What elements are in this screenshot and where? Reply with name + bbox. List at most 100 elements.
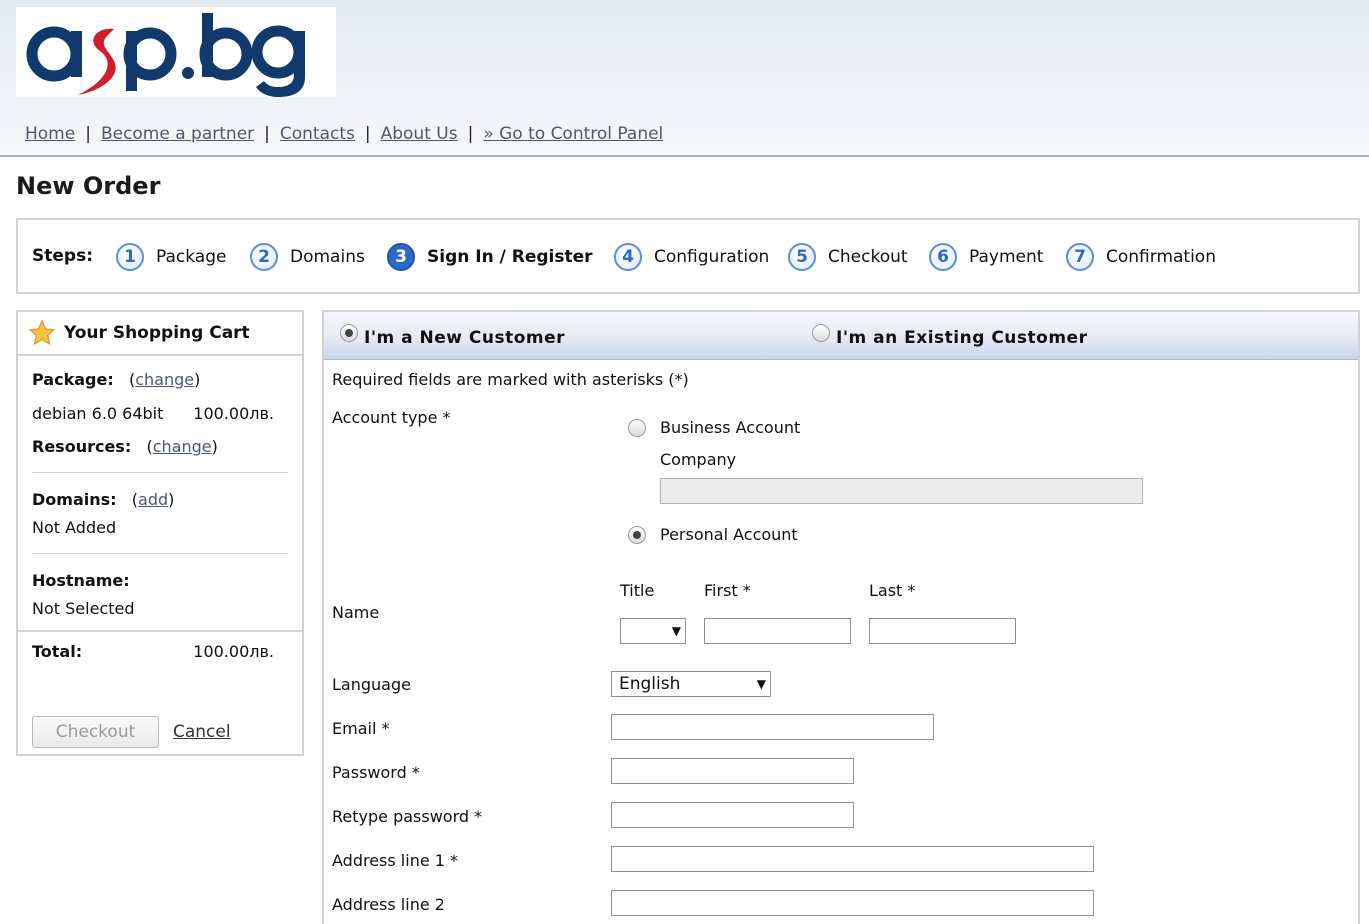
cancel-link[interactable]: Cancel: [173, 722, 231, 742]
domains-label: Domains:: [32, 490, 117, 509]
personal-account-label: Personal Account: [660, 525, 798, 544]
address-line-2-input[interactable]: [611, 890, 1094, 916]
nav-separator: |: [364, 124, 371, 144]
page-title: New Order: [16, 172, 161, 200]
domains-row: Domains: (add): [32, 490, 175, 509]
password-label: Password *: [332, 763, 420, 782]
cart-divider: [32, 472, 288, 473]
cart-total-divider: [18, 630, 302, 632]
step-sign-in-register: 3 Sign In / Register: [387, 242, 593, 272]
personal-account-option[interactable]: Personal Account: [628, 525, 798, 544]
title-label: Title: [620, 581, 655, 600]
step-package: 1 Package: [116, 242, 226, 272]
retype-password-label: Retype password *: [332, 807, 483, 826]
business-account-option[interactable]: Business Account: [628, 418, 800, 437]
step-checkout: 5 Checkout: [788, 242, 908, 272]
last-name-input[interactable]: [869, 618, 1016, 644]
email-label: Email *: [332, 719, 390, 738]
password-input[interactable]: [611, 758, 854, 784]
step-number-icon: 1: [116, 243, 144, 271]
step-label: Sign In / Register: [427, 247, 593, 267]
step-domains: 2 Domains: [250, 242, 365, 272]
email-input[interactable]: [611, 714, 934, 740]
business-account-label: Business Account: [660, 418, 801, 437]
required-note: Required fields are marked with asterisk…: [332, 370, 689, 389]
nav-control-panel-link[interactable]: » Go to Control Panel: [483, 124, 663, 144]
tab-new-customer-label: I'm a New Customer: [364, 328, 566, 348]
resources-change-link[interactable]: change: [153, 437, 212, 456]
package-change-link[interactable]: change: [135, 370, 194, 389]
title-select[interactable]: ▼: [620, 618, 686, 644]
resources-label: Resources:: [32, 437, 132, 456]
company-input[interactable]: [660, 478, 1143, 504]
step-payment: 6 Payment: [929, 242, 1043, 272]
nav-about-us-link[interactable]: About Us: [381, 124, 458, 144]
package-price: 100.00лв.: [193, 404, 274, 423]
tab-existing-customer[interactable]: I'm an Existing Customer: [812, 324, 1088, 348]
last-name-label: Last *: [869, 581, 916, 600]
step-label: Domains: [290, 247, 365, 267]
nav-separator: |: [264, 124, 270, 144]
cart-header: Your Shopping Cart: [18, 312, 302, 356]
name-label: Name: [332, 603, 380, 622]
language-selected-value: English: [619, 674, 681, 694]
step-label: Payment: [969, 247, 1044, 267]
customer-form-panel: I'm a New Customer I'm an Existing Custo…: [322, 310, 1360, 924]
address-line-1-label: Address line 1 *: [332, 851, 459, 870]
hostname-label: Hostname:: [32, 571, 130, 590]
chevron-down-icon: ▼: [671, 624, 681, 638]
step-number-icon: 3: [387, 243, 415, 271]
address-line-1-input[interactable]: [611, 846, 1094, 872]
total-row: Total:: [32, 642, 82, 661]
nav-separator: |: [85, 124, 91, 144]
hostname-value: Not Selected: [32, 599, 135, 618]
nav-separator: |: [467, 124, 474, 144]
package-label: Package:: [32, 370, 114, 389]
logo-graphic: [26, 13, 305, 97]
checkout-button[interactable]: Checkout: [32, 716, 159, 748]
total-value: 100.00лв.: [193, 642, 274, 661]
domains-add-link[interactable]: add: [138, 490, 168, 509]
resources-row: Resources: (change): [32, 437, 218, 456]
step-number-icon: 2: [250, 243, 278, 271]
step-number-icon: 6: [929, 243, 957, 271]
total-label: Total:: [32, 642, 83, 661]
chevron-down-icon: ▼: [756, 677, 766, 691]
cart-divider: [32, 553, 288, 554]
existing-customer-radio[interactable]: [812, 324, 830, 342]
site-logo[interactable]: [16, 7, 336, 97]
site-header: Home | Become a partner | Contacts | About Us |…: [0, 0, 1369, 157]
business-account-radio[interactable]: [628, 418, 646, 437]
nav-become-partner-link[interactable]: Become a partner: [101, 124, 254, 144]
step-confirmation: 7 Confirmation: [1066, 242, 1216, 272]
personal-account-radio[interactable]: [628, 525, 646, 544]
steps-label: Steps:: [32, 246, 93, 266]
step-label: Confirmation: [1106, 247, 1216, 267]
step-label: Configuration: [654, 247, 770, 267]
tab-existing-customer-label: I'm an Existing Customer: [836, 328, 1088, 348]
nav-contacts-link[interactable]: Contacts: [280, 124, 355, 144]
shopping-cart: Your Shopping Cart Package: (change) deb…: [16, 310, 304, 756]
language-select[interactable]: English ▼: [611, 671, 771, 697]
nav-home-link[interactable]: Home: [25, 124, 75, 144]
step-configuration: 4 Configuration: [614, 242, 769, 272]
new-customer-radio[interactable]: [340, 324, 358, 342]
first-name-input[interactable]: [704, 618, 851, 644]
language-label: Language: [332, 675, 411, 694]
cart-title: Your Shopping Cart: [64, 323, 250, 343]
step-label: Checkout: [828, 247, 908, 267]
package-name: debian 6.0 64bit: [32, 404, 164, 423]
retype-password-input[interactable]: [611, 802, 854, 828]
first-name-label: First *: [704, 581, 751, 600]
customer-type-tabs: I'm a New Customer I'm an Existing Custo…: [324, 312, 1358, 360]
step-number-icon: 7: [1066, 243, 1094, 271]
star-icon: [28, 319, 56, 346]
top-navigation: Home | Become a partner | Contacts | About Us |…: [25, 124, 663, 144]
package-row: Package: (change): [32, 370, 201, 389]
step-number-icon: 4: [614, 243, 642, 271]
account-type-label: Account type *: [332, 408, 451, 427]
address-line-2-label: Address line 2: [332, 895, 445, 914]
step-label: Package: [156, 247, 227, 267]
tab-new-customer[interactable]: I'm a New Customer: [340, 324, 566, 348]
company-label: Company: [660, 450, 737, 469]
